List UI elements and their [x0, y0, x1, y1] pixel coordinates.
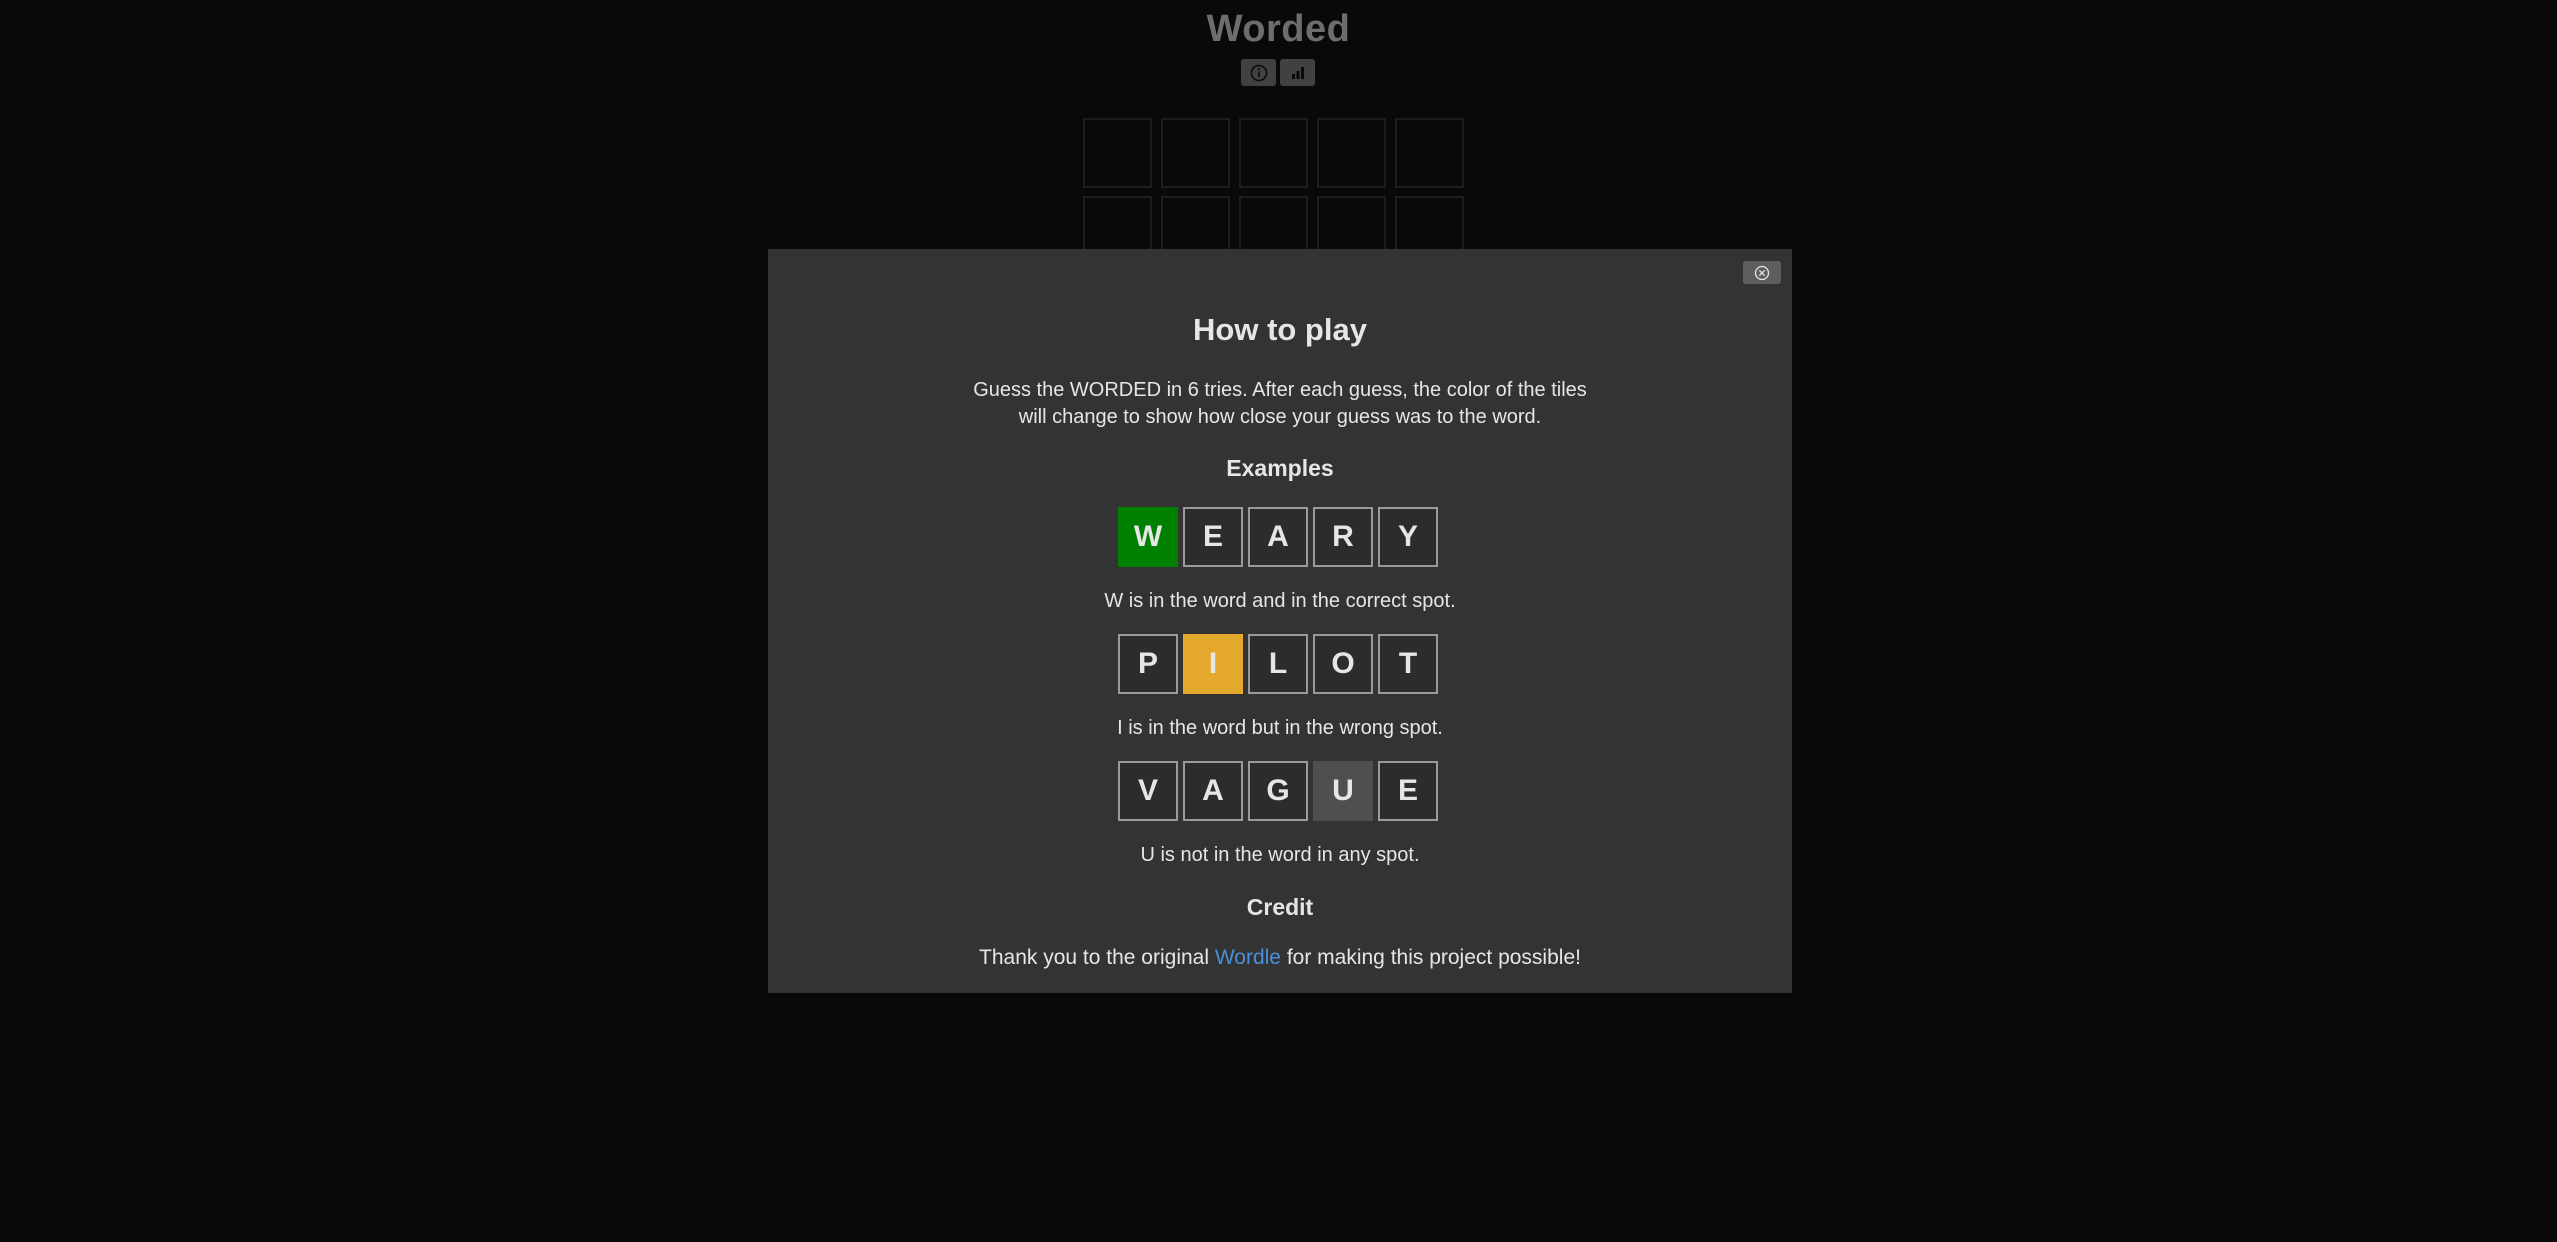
- example-tile: R: [1313, 507, 1373, 567]
- app-root: Worded: [0, 0, 2557, 1242]
- intro-text: Guess the WORDED in 6 tries. After each …: [948, 377, 1612, 431]
- example-tile: A: [1248, 507, 1308, 567]
- example-tile: P: [1118, 634, 1178, 694]
- modal-title: How to play: [1193, 312, 1367, 347]
- credit-prefix: Thank you to the original: [979, 946, 1215, 969]
- example-tile: E: [1378, 761, 1438, 821]
- example-tile: G: [1248, 761, 1308, 821]
- wordle-link[interactable]: Wordle: [1215, 946, 1281, 969]
- examples-heading: Examples: [1226, 455, 1334, 481]
- credit-suffix: for making this project possible!: [1280, 946, 1581, 969]
- example-tile-present: I: [1183, 634, 1243, 694]
- close-button[interactable]: [1743, 261, 1781, 284]
- example-tile: Y: [1378, 507, 1438, 567]
- example-tile: O: [1313, 634, 1373, 694]
- close-circle-icon: [1754, 265, 1770, 280]
- example-row-1: W E A R Y: [1118, 507, 1438, 567]
- example-caption-3: U is not in the word in any spot.: [1140, 844, 1420, 866]
- intro-line-1: Guess the WORDED in 6 tries. After each …: [973, 379, 1587, 401]
- how-to-play-modal: How to play Guess the WORDED in 6 tries.…: [768, 249, 1792, 993]
- example-tile: L: [1248, 634, 1308, 694]
- intro-line-2: will change to show how close your guess…: [1018, 406, 1542, 428]
- example-caption-2: I is in the word but in the wrong spot.: [1117, 717, 1443, 739]
- example-tile-correct: W: [1118, 507, 1178, 567]
- example-tile: V: [1118, 761, 1178, 821]
- credit-text: Thank you to the original Wordle for mak…: [768, 946, 1792, 970]
- example-tile: T: [1378, 634, 1438, 694]
- credit-heading: Credit: [1246, 894, 1314, 920]
- example-tile: E: [1183, 507, 1243, 567]
- example-row-2: P I L O T: [1118, 634, 1438, 694]
- example-caption-1: W is in the word and in the correct spot…: [1104, 590, 1456, 612]
- example-tile: A: [1183, 761, 1243, 821]
- example-tile-absent: U: [1313, 761, 1373, 821]
- example-row-3: V A G U E: [1118, 761, 1438, 821]
